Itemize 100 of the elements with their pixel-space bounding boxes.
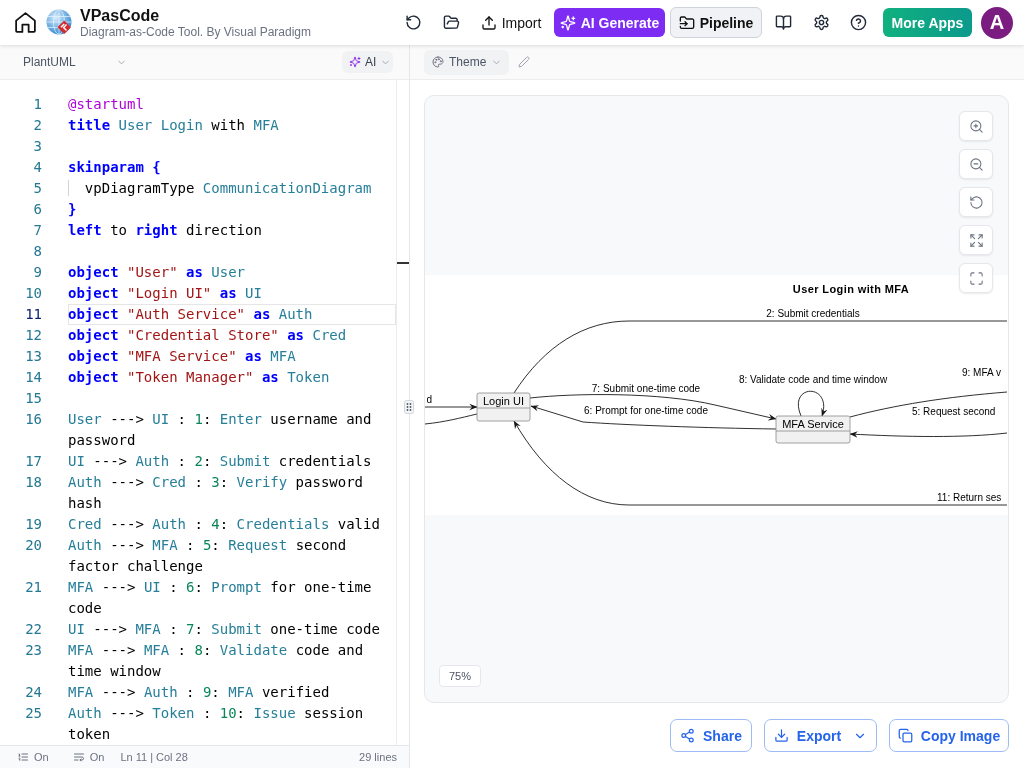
copy-icon	[897, 728, 913, 743]
line-number: 19	[25, 516, 42, 532]
line-number: 18	[25, 474, 42, 490]
code-line: Cred ---> Auth : 4: Credentials valid	[68, 516, 380, 532]
message-label: 6: Prompt for one-time code	[584, 405, 708, 416]
message-label: 7: Submit one-time code	[591, 383, 701, 394]
message-label: 8: Validate code and time window	[738, 374, 888, 385]
zoom-in-icon	[968, 118, 984, 134]
line-number: 7	[33, 222, 42, 238]
settings-icon[interactable]	[813, 14, 830, 31]
fullscreen-icon	[968, 270, 984, 286]
line-number: 10	[25, 285, 42, 301]
share-icon	[680, 728, 696, 743]
theme-select[interactable]: Theme	[424, 49, 509, 75]
line-number: 8	[33, 243, 42, 259]
code-line: object "Auth Service" as Auth	[68, 306, 313, 322]
line-number: 9	[33, 264, 42, 280]
text-wrap-icon	[72, 751, 85, 763]
line-number: 20	[25, 537, 42, 553]
book-icon[interactable]	[775, 14, 792, 31]
code-line: object "Login UI" as UI	[68, 285, 262, 301]
message-label: 2: Submit credentials	[766, 308, 860, 319]
code-line: title User Login with MFA	[68, 117, 279, 133]
code-line: }	[68, 201, 77, 217]
line-numbers-toggle[interactable]: On	[17, 751, 49, 763]
line-number: 22	[25, 621, 42, 637]
cursor-position: Ln 11 | Col 28	[120, 751, 188, 763]
connector-line	[425, 413, 478, 425]
undo-icon[interactable]	[405, 14, 422, 31]
zoom-out-icon	[968, 156, 984, 172]
diagram-title: User Login with MFA	[792, 283, 910, 295]
line-count: 29 lines	[359, 751, 397, 763]
folder-arrow-icon	[678, 14, 695, 31]
pipeline-button[interactable]: Pipeline	[670, 7, 762, 38]
word-wrap-toggle[interactable]: On	[72, 751, 105, 763]
zoom-out-button[interactable]	[959, 149, 993, 179]
reset-view-button[interactable]	[959, 187, 993, 217]
line-number: 12	[25, 327, 42, 343]
expand-arrows-icon	[968, 232, 984, 248]
code-line: object "Token Manager" as Token	[68, 369, 330, 385]
code-line: UI ---> MFA : 7: Submit one-time code	[68, 621, 380, 637]
app-title: VPasCode	[80, 5, 160, 25]
code-line: MFA ---> Auth : 9: MFA verified	[68, 684, 330, 700]
zoom-in-button[interactable]	[959, 111, 993, 141]
help-icon[interactable]	[850, 14, 867, 31]
line-number: 23	[25, 642, 42, 658]
zoom-level: 75%	[439, 665, 482, 687]
code-line: object "Credential Store" as Cred	[68, 327, 347, 343]
download-icon	[773, 728, 789, 743]
ai-menu-button[interactable]: AI	[342, 51, 393, 73]
user-avatar[interactable]: A	[981, 6, 1013, 39]
message-label: 11: Return ses	[937, 492, 1002, 503]
globe-logo-icon	[46, 8, 74, 37]
message-label: 5: Request second	[912, 406, 996, 417]
line-number: 21	[25, 579, 42, 595]
line-number: 5	[33, 180, 42, 196]
line-number: 6	[33, 201, 42, 217]
message-label: 9: MFA v	[962, 367, 1001, 378]
share-button[interactable]: Share	[670, 719, 752, 752]
palette-icon	[432, 56, 444, 68]
line-number: 13	[25, 348, 42, 364]
line-number: 11	[25, 306, 42, 322]
folder-open-icon[interactable]	[443, 14, 460, 31]
app-subtitle: Diagram-as-Code Tool. By Visual Paradigm	[80, 24, 311, 40]
export-button[interactable]: Export	[764, 719, 877, 752]
line-number: 25	[25, 705, 42, 721]
drag-handle-icon[interactable]	[404, 400, 414, 414]
sparkles-icon	[559, 14, 576, 31]
code-line: object "MFA Service" as MFA	[68, 348, 296, 364]
code-line: object "User" as User	[68, 264, 246, 280]
line-number: 16	[25, 411, 42, 427]
numbered-list-icon	[17, 751, 29, 763]
code-line: left to right direction	[68, 222, 262, 238]
message-label: d	[426, 394, 432, 405]
line-number: 1	[33, 96, 42, 112]
line-number: 2	[33, 117, 42, 133]
more-apps-button[interactable]: More Apps	[883, 8, 972, 37]
line-number: 14	[25, 369, 42, 385]
reset-icon	[968, 194, 984, 210]
line-number: 4	[33, 159, 42, 175]
sparkles-icon	[349, 56, 361, 68]
code-line: UI ---> Auth : 2: Submit credentials	[68, 453, 372, 469]
language-select[interactable]: PlantUML	[12, 50, 136, 74]
copy-image-button[interactable]: Copy Image	[889, 719, 1009, 752]
code-line: Auth ---> Token : 10: Issue session token	[68, 705, 365, 742]
fit-to-screen-button[interactable]	[959, 225, 993, 255]
code-line: @startuml	[68, 96, 144, 112]
import-button[interactable]: Import	[473, 7, 549, 38]
upload-icon	[480, 14, 497, 31]
ai-generate-button[interactable]: AI Generate	[554, 8, 665, 37]
object-node: Login UI	[476, 392, 531, 422]
line-number: 17	[25, 453, 42, 469]
line-number: 24	[25, 684, 42, 700]
home-icon[interactable]	[13, 10, 38, 35]
scroll-position-marker	[397, 262, 409, 264]
code-line: skinparam {	[68, 159, 161, 175]
object-node: MFA Service	[775, 415, 851, 444]
line-number: 3	[33, 138, 42, 154]
code-line: vpDiagramType CommunicationDiagram	[68, 180, 372, 196]
line-number: 15	[25, 390, 42, 406]
